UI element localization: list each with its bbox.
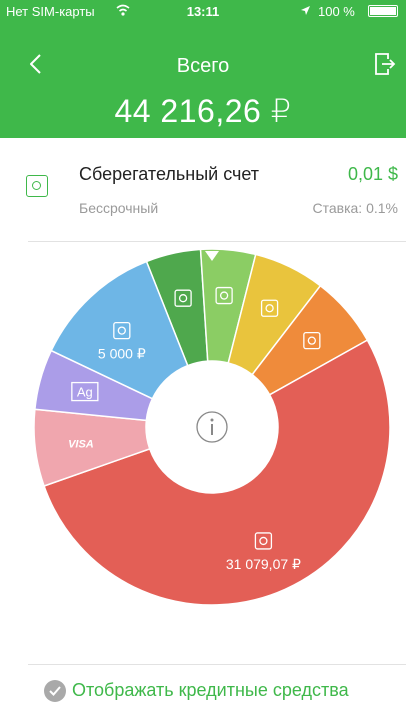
safe-icon [26, 175, 48, 197]
donut-chart[interactable]: 31 079,07 ₽ VISA Ag 5 000 ₽ [0, 240, 406, 660]
credit-toggle-label[interactable]: Отображать кредитные средства [72, 680, 349, 701]
account-term: Бессрочный [79, 200, 159, 216]
checkmark-icon[interactable] [44, 680, 66, 702]
svg-text:Ag: Ag [77, 385, 93, 400]
segment-value-label: 31 079,07 ₽ [226, 556, 301, 572]
account-name: Сберегательный счет [79, 164, 260, 184]
account-rate: Ставка: 0.1% [312, 200, 399, 216]
visa-card-icon: VISA [68, 439, 94, 451]
info-icon[interactable] [196, 411, 228, 443]
divider [28, 664, 406, 665]
page-title: Всего [176, 55, 230, 77]
status-bar: Нет SIM-карты 13:11 100 % [0, 0, 406, 22]
segment-value-label: 5 000 ₽ [98, 346, 146, 362]
credit-toggle[interactable]: Отображать кредитные средства [0, 678, 406, 706]
header: Нет SIM-карты 13:11 100 % Всего 44 216,2… [0, 0, 406, 138]
location-arrow-icon [301, 6, 310, 15]
total-balance: 44 216,26 ₽ [114, 93, 292, 129]
battery-percent: 100 % [318, 4, 355, 19]
account-amount: 0,01 $ [347, 164, 398, 184]
account-row[interactable]: Сберегательный счет 0,01 $ Бессрочный Ст… [0, 150, 406, 240]
battery-icon [368, 5, 398, 17]
exit-icon[interactable] [374, 52, 396, 76]
donut-chart-svg[interactable]: 31 079,07 ₽ VISA Ag 5 000 ₽ [0, 240, 406, 660]
svg-text:VISA: VISA [68, 439, 94, 451]
